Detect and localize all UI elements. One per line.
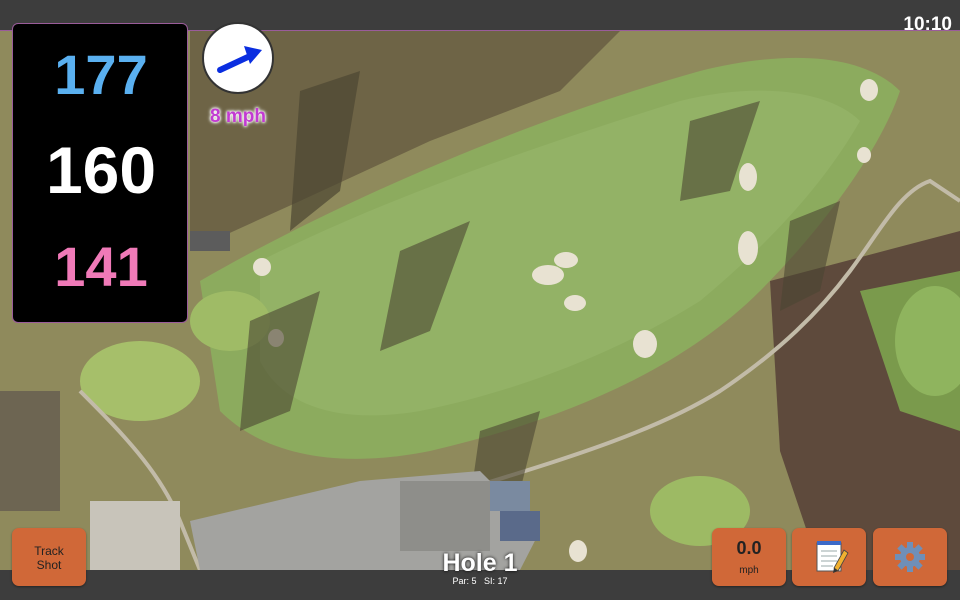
track-shot-label-line1: Track xyxy=(34,544,64,558)
middle-distance: 160 xyxy=(45,133,157,207)
notes-button[interactable] xyxy=(792,528,866,586)
wind-indicator xyxy=(202,22,274,94)
notepad-icon xyxy=(816,541,849,573)
track-shot-label-line2: Shot xyxy=(36,558,62,572)
si-label: SI: 17 xyxy=(484,576,508,586)
settings-button[interactable] xyxy=(873,528,947,586)
front-distance: 141 xyxy=(54,235,148,298)
wind-button-value: 0.0 xyxy=(736,538,762,558)
arrow-icon xyxy=(217,46,262,73)
wind-button-unit: mph xyxy=(739,565,759,576)
hole-info: Hole 1 Par: 5 SI: 17 xyxy=(380,548,580,586)
back-distance: 177 xyxy=(54,43,148,106)
hole-meta: Par: 5 SI: 17 xyxy=(380,576,580,586)
hole-title: Hole 1 xyxy=(442,549,518,577)
wind-speed-button[interactable]: 0.0 mph xyxy=(712,528,786,586)
wind-speed-label: 8 mph xyxy=(210,106,266,127)
distance-panel: 177 160 141 xyxy=(12,23,188,323)
par-label: Par: 5 xyxy=(452,576,477,586)
gear-icon xyxy=(895,542,925,572)
track-shot-button[interactable]: Track Shot xyxy=(12,528,86,586)
